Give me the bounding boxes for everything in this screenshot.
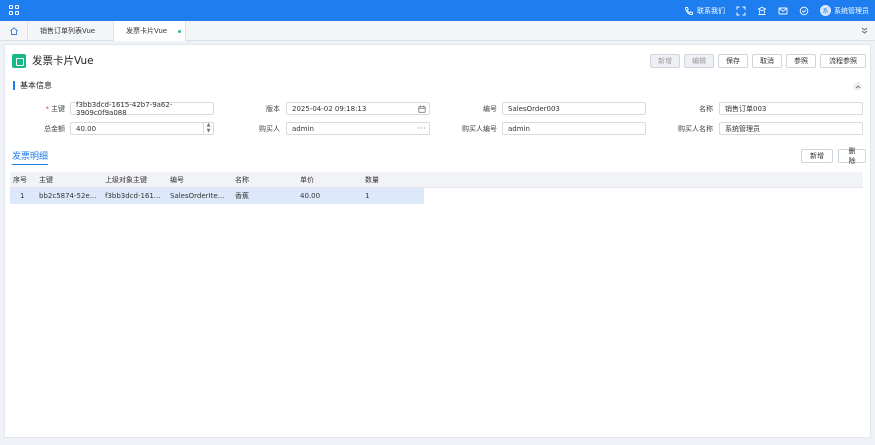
collapse-section-button[interactable] — [853, 82, 862, 91]
user-menu[interactable]: 系 系统管理员 — [820, 5, 869, 16]
phone-icon — [684, 6, 693, 15]
row-cell: 40.00 — [300, 192, 321, 200]
name-label: 名称 — [699, 105, 713, 113]
avatar: 系 — [820, 5, 831, 16]
tools-icon[interactable] — [757, 6, 767, 16]
save-button[interactable]: 保存 — [718, 54, 748, 68]
column-header[interactable]: 名称 — [235, 172, 249, 188]
tab-invoice-card[interactable]: 发票卡片Vue — [114, 21, 186, 41]
tab-active-dot — [178, 30, 181, 33]
cancel-button[interactable]: 取消 — [752, 54, 782, 68]
row-cell: 香蕉 — [235, 192, 249, 200]
flow-reference-button[interactable]: 流程参照 — [820, 54, 866, 68]
pk-label: * 主键 — [45, 105, 66, 113]
top-bar: 联系我们 系 系统管理员 — [0, 0, 875, 21]
total-value: 40.00 — [76, 124, 97, 133]
buyer-value: admin — [292, 124, 314, 133]
tab-invoice-detail[interactable]: 发票明细 — [12, 149, 49, 165]
buyer-label: 购买人 — [259, 125, 280, 133]
toolbar: 新增 编辑 保存 取消 参照 流程参照 — [650, 54, 866, 68]
total-amount-field[interactable]: 40.00 ▲ ▼ — [70, 122, 214, 135]
tab-sales-order-list[interactable]: 销售订单列表Vue — [28, 21, 114, 41]
edit-button[interactable]: 编辑 — [684, 54, 714, 68]
column-header[interactable]: 单价 — [300, 172, 314, 188]
check-circle-icon[interactable] — [799, 6, 809, 16]
total-label: 总金额 — [44, 125, 65, 133]
version-date-field[interactable]: 2025-04-02 09:18:13 — [286, 102, 430, 115]
row-cell: SalesOrderIte... — [170, 192, 225, 200]
required-mark: * — [45, 105, 50, 113]
column-header[interactable]: 主键 — [39, 172, 53, 188]
chevron-up-icon — [855, 84, 860, 88]
buyer-field[interactable]: admin ··· — [286, 122, 430, 135]
tab-label: 销售订单列表Vue — [40, 27, 96, 35]
row-cell: 1 — [20, 192, 25, 200]
column-header[interactable]: 数量 — [365, 172, 379, 188]
column-header[interactable]: 编号 — [170, 172, 184, 188]
reference-button[interactable]: 参照 — [786, 54, 816, 68]
add-button[interactable]: 新增 — [650, 54, 680, 68]
mail-icon[interactable] — [778, 6, 788, 16]
section-title-basic-info: 基本信息 — [13, 81, 52, 90]
double-chevron-down-icon[interactable] — [860, 26, 869, 35]
tab-label: 发票卡片Vue — [126, 27, 168, 35]
row-cell: 1 — [365, 192, 370, 200]
user-name: 系统管理员 — [834, 6, 869, 15]
page-title: 发票卡片Vue — [32, 55, 94, 67]
row-cell: f3bb3dcd-161... — [105, 192, 161, 200]
buyer-code-field[interactable]: admin — [502, 122, 646, 135]
buyer-name-label: 购买人名称 — [678, 125, 713, 133]
pk-field[interactable]: f3bb3dcd-1615-42b7-9a62-3909c0f9a088 — [70, 101, 214, 117]
expand-icon[interactable] — [736, 6, 746, 16]
code-field[interactable]: SalesOrder003 — [502, 102, 646, 115]
more-icon[interactable]: ··· — [417, 123, 426, 134]
buyer-code-label: 购买人编号 — [462, 125, 497, 133]
delete-row-button[interactable]: 删除 — [838, 147, 866, 165]
add-row-button[interactable]: 新增 — [801, 149, 833, 163]
table-row[interactable]: 1 bb2c5874-52e... f3bb3dcd-161... SalesO… — [10, 188, 424, 204]
home-icon — [9, 27, 18, 35]
main-panel: 发票卡片Vue 新增 编辑 保存 取消 参照 流程参照 基本信息 * 主键 f3b… — [4, 44, 871, 438]
detail-toolbar: 新增 删除 — [801, 147, 866, 165]
page-logo-icon — [12, 54, 26, 68]
contact-us-link[interactable]: 联系我们 — [684, 6, 725, 16]
column-header[interactable]: 序号 — [13, 172, 27, 188]
column-header[interactable]: 上级对象主键 — [105, 172, 147, 188]
calendar-icon[interactable] — [418, 105, 426, 113]
number-stepper[interactable]: ▲ ▼ — [203, 122, 213, 134]
buyer-name-field[interactable]: 系统管理员 — [719, 122, 863, 135]
version-value: 2025-04-02 09:18:13 — [292, 104, 367, 113]
version-label: 版本 — [266, 105, 280, 113]
name-field[interactable]: 销售订单003 — [719, 102, 863, 115]
contact-us-label: 联系我们 — [697, 6, 725, 15]
tab-bar: 销售订单列表Vue 发票卡片Vue — [0, 21, 875, 41]
grid-header: 序号 主键 上级对象主键 编号 名称 单价 数量 — [10, 172, 863, 188]
code-label: 编号 — [483, 105, 497, 113]
row-cell: bb2c5874-52e... — [39, 192, 97, 200]
apps-icon[interactable] — [9, 5, 20, 16]
page-header: 发票卡片Vue 新增 编辑 保存 取消 参照 流程参照 — [5, 45, 870, 75]
home-tab[interactable] — [0, 21, 28, 41]
